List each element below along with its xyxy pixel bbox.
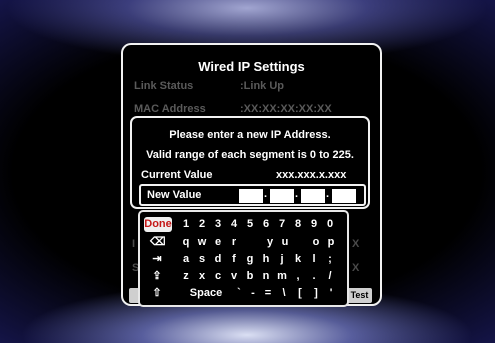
link-status-value: :Link Up	[240, 80, 284, 92]
key-apostrophe[interactable]: '	[326, 286, 336, 301]
key-1[interactable]: 1	[180, 217, 192, 232]
key-backtick[interactable]: `	[234, 286, 244, 301]
key-a[interactable]: a	[180, 252, 192, 267]
key-8[interactable]: 8	[292, 217, 304, 232]
dialog-instruction: Please enter a new IP Address.	[169, 129, 331, 141]
key-l[interactable]: l	[308, 252, 320, 267]
key-slash[interactable]: /	[324, 269, 336, 284]
current-value: xxx.xxx.x.xxx	[276, 169, 347, 181]
ip-dot: .	[264, 188, 268, 200]
space-key[interactable]: Space	[186, 286, 226, 301]
done-key[interactable]: Done	[144, 217, 172, 232]
key-left-bracket[interactable]: [	[294, 286, 306, 301]
key-w[interactable]: w	[196, 235, 208, 250]
dialog-range-note: Valid range of each segment is 0 to 225.	[146, 149, 354, 161]
key-c[interactable]: c	[212, 269, 224, 284]
ip-segment-1[interactable]	[239, 189, 263, 203]
shift-icon[interactable]: ⇧	[150, 286, 164, 301]
tab-icon[interactable]: ⇥	[150, 252, 164, 267]
key-7[interactable]: 7	[276, 217, 288, 232]
backspace-icon[interactable]: ⌫	[150, 235, 166, 250]
ip-segment-2[interactable]	[270, 189, 294, 203]
test-button[interactable]: Test	[347, 288, 372, 303]
key-k[interactable]: k	[292, 252, 304, 267]
key-n[interactable]: n	[260, 269, 272, 284]
key-z[interactable]: z	[180, 269, 192, 284]
key-v[interactable]: v	[228, 269, 240, 284]
mac-address-label: MAC Address	[134, 103, 206, 115]
new-value-label: New Value	[147, 189, 202, 201]
hidden-setting-value-2: X	[352, 262, 360, 274]
key-right-bracket[interactable]: ]	[310, 286, 322, 301]
new-value-row: New Value . . .	[139, 184, 366, 206]
on-screen-keyboard: Done 1 2 3 4 5 6 7 8 9 0 ⌫ q w e r y u o…	[138, 210, 349, 307]
key-m[interactable]: m	[276, 269, 288, 284]
key-d[interactable]: d	[212, 252, 224, 267]
key-b[interactable]: b	[244, 269, 256, 284]
ip-dot: .	[295, 188, 299, 200]
ip-dot: .	[326, 188, 330, 200]
key-equals[interactable]: =	[262, 286, 274, 301]
key-comma[interactable]: ,	[292, 269, 304, 284]
hidden-setting-label-1: I	[132, 238, 136, 250]
key-y[interactable]: y	[264, 235, 276, 250]
key-r[interactable]: r	[228, 235, 240, 250]
current-value-label: Current Value	[141, 169, 213, 181]
key-u[interactable]: u	[279, 235, 291, 250]
key-o[interactable]: o	[310, 235, 322, 250]
key-s[interactable]: s	[196, 252, 208, 267]
key-3[interactable]: 3	[212, 217, 224, 232]
key-h[interactable]: h	[260, 252, 272, 267]
hidden-setting-value-1: X	[352, 238, 360, 250]
key-period[interactable]: .	[308, 269, 320, 284]
key-g[interactable]: g	[244, 252, 256, 267]
key-5[interactable]: 5	[244, 217, 256, 232]
ip-segment-3[interactable]	[301, 189, 325, 203]
key-f[interactable]: f	[228, 252, 240, 267]
key-j[interactable]: j	[276, 252, 288, 267]
link-status-label: Link Status	[134, 80, 194, 92]
key-0[interactable]: 0	[324, 217, 336, 232]
panel-title: Wired IP Settings	[198, 59, 305, 74]
key-9[interactable]: 9	[308, 217, 320, 232]
key-minus[interactable]: -	[248, 286, 258, 301]
key-6[interactable]: 6	[260, 217, 272, 232]
caps-lock-icon[interactable]: ⇪	[150, 269, 164, 284]
key-e[interactable]: e	[212, 235, 224, 250]
key-2[interactable]: 2	[196, 217, 208, 232]
ip-segment-4[interactable]	[332, 189, 356, 203]
key-backslash[interactable]: \	[278, 286, 290, 301]
key-4[interactable]: 4	[228, 217, 240, 232]
key-q[interactable]: q	[180, 235, 192, 250]
key-p[interactable]: p	[325, 235, 337, 250]
key-x[interactable]: x	[196, 269, 208, 284]
mac-address-value: :XX:XX:XX:XX:XX	[240, 103, 332, 115]
key-semicolon[interactable]: ;	[324, 252, 336, 267]
